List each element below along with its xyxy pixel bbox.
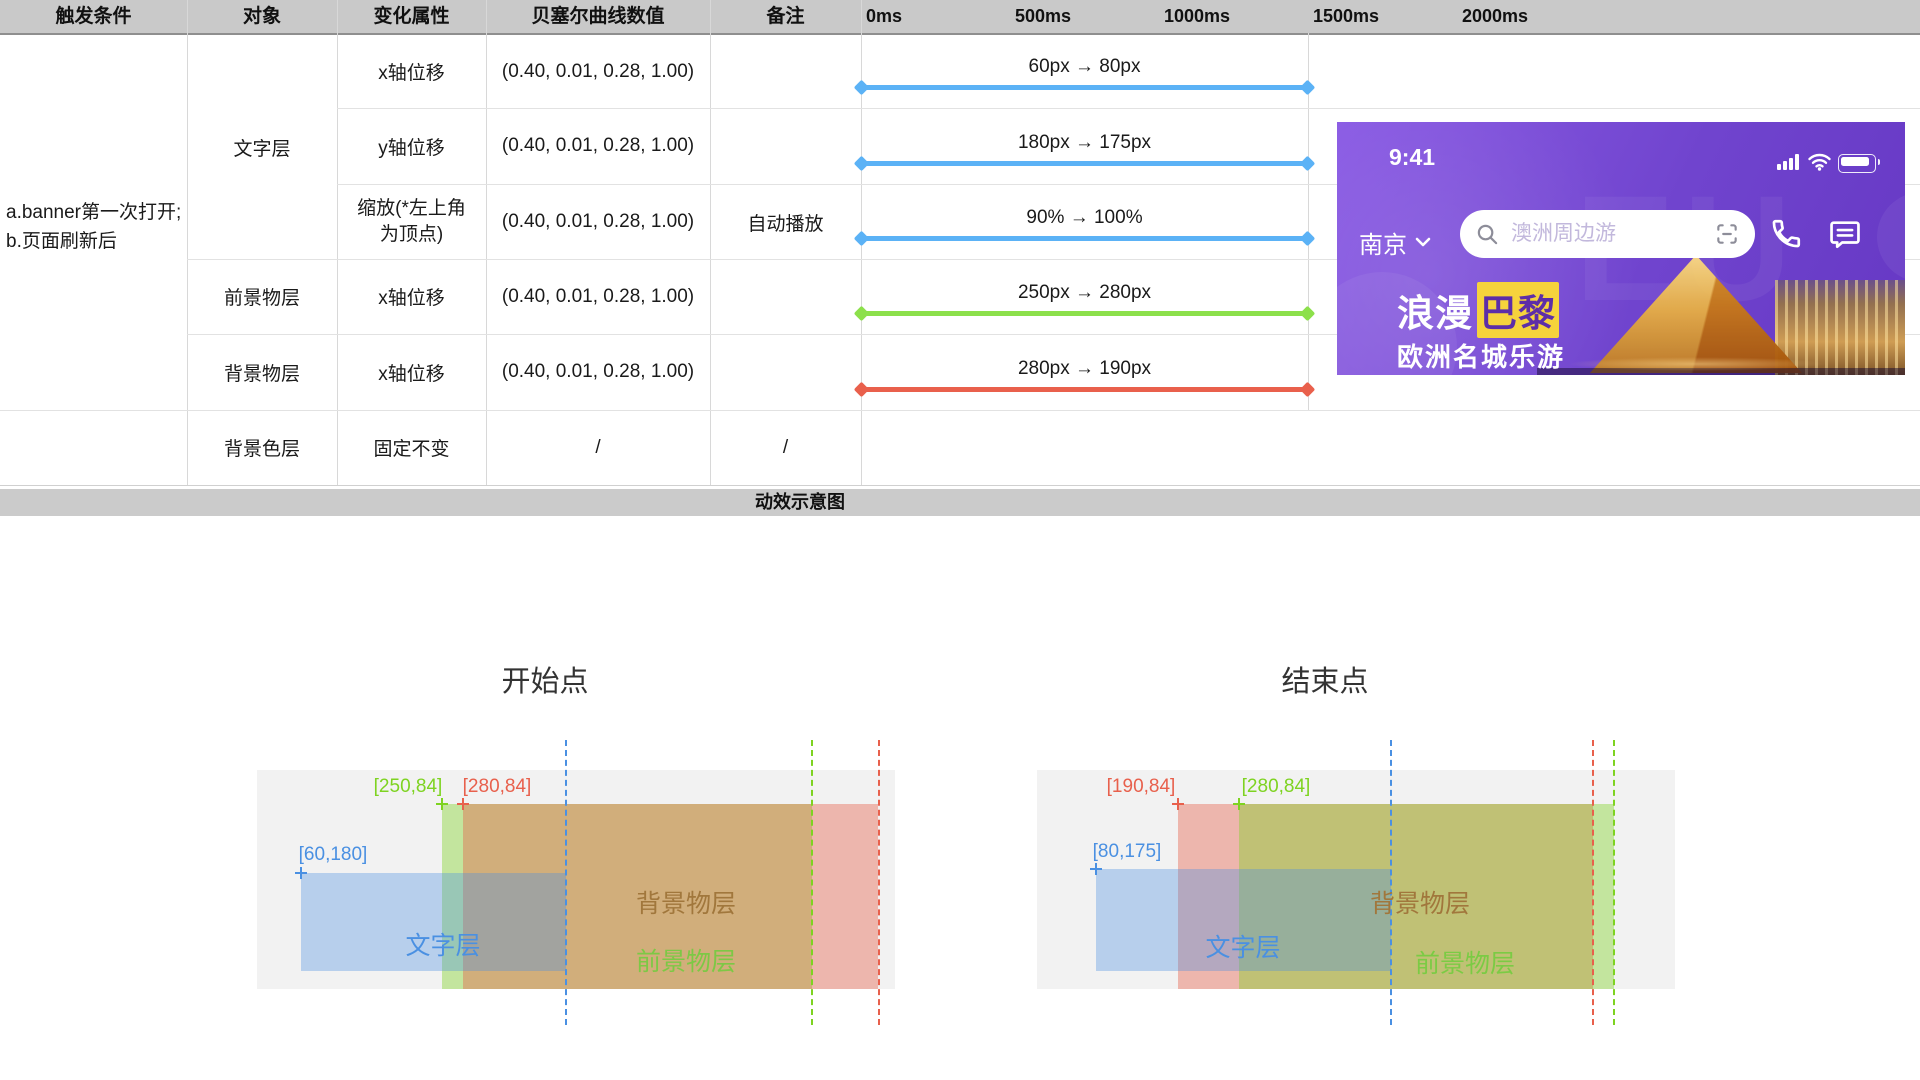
start-guide-blue xyxy=(565,740,567,1025)
battery-icon xyxy=(1838,154,1876,173)
start-bg-anchor-marker xyxy=(457,798,469,810)
bezier-value-1: (0.40, 0.01, 0.28, 1.00) xyxy=(486,35,710,108)
start-text-coord: [60,180] xyxy=(283,844,383,866)
banner-deco-circle xyxy=(1877,192,1905,282)
object-text-layer: 文字层 xyxy=(187,35,337,259)
timeline-tick-500ms: 500ms xyxy=(1015,0,1071,33)
city-selector[interactable]: 南京 xyxy=(1359,218,1431,266)
anim-value-label: 180px → 175px xyxy=(861,132,1308,154)
header-object: 对象 xyxy=(187,0,337,33)
banner-subline: 欧洲名城乐游 xyxy=(1397,337,1565,374)
bar-end-diamond xyxy=(1300,231,1316,247)
start-diagram-title: 开始点 xyxy=(445,658,645,700)
city-label: 南京 xyxy=(1359,225,1407,260)
timeline-tick-1000ms: 1000ms xyxy=(1164,0,1230,33)
start-bg-layer-label: 背景物层 xyxy=(586,884,786,912)
prop-x-move-1: x轴位移 xyxy=(337,35,486,108)
section-divider-label: 动效示意图 xyxy=(0,489,1600,516)
timeline-bar-text-x xyxy=(861,85,1308,90)
end-text-anchor-marker xyxy=(1090,863,1102,875)
bezier-value-4: (0.40, 0.01, 0.28, 1.00) xyxy=(486,259,710,334)
trigger-line-2: b.页面刷新后 xyxy=(6,227,184,256)
phone-banner-mockup: EU 9:41 南京 xyxy=(1337,122,1905,375)
anim-value-label: 280px → 190px xyxy=(861,358,1308,380)
header-note: 备注 xyxy=(710,0,861,33)
scan-icon[interactable] xyxy=(1714,221,1740,247)
timeline-bar-fg-x xyxy=(861,311,1308,316)
header-property: 变化属性 xyxy=(337,0,486,33)
search-icon xyxy=(1476,223,1499,246)
timeline-tick-1500ms: 1500ms xyxy=(1313,0,1379,33)
start-text-layer-label: 文字层 xyxy=(343,926,543,954)
prop-fixed: 固定不变 xyxy=(337,410,486,485)
start-fg-anchor-marker xyxy=(436,798,448,810)
end-fg-anchor-marker xyxy=(1233,798,1245,810)
end-guide-blue xyxy=(1390,740,1392,1025)
search-input[interactable] xyxy=(1509,221,1673,247)
header-bezier: 贝塞尔曲线数值 xyxy=(486,0,710,33)
start-guide-green xyxy=(811,740,813,1025)
table-bottom-border xyxy=(0,485,1920,486)
signal-icon xyxy=(1777,154,1801,170)
note-slash: / xyxy=(710,410,861,485)
photo-glow xyxy=(1567,357,1827,371)
anim-value-label: 90% → 100% xyxy=(861,207,1308,229)
object-fg-layer: 前景物层 xyxy=(187,259,337,334)
bezier-value-2: (0.40, 0.01, 0.28, 1.00) xyxy=(486,108,710,184)
end-text-layer-label: 文字层 xyxy=(1143,928,1343,956)
prop-x-move-2: x轴位移 xyxy=(337,259,486,334)
object-bg-layer: 背景物层 xyxy=(187,334,337,410)
trigger-condition-cell: a.banner第一次打开; b.页面刷新后 xyxy=(6,198,184,256)
note-autoplay: 自动播放 xyxy=(710,35,861,410)
end-bg-anchor-marker xyxy=(1172,798,1184,810)
search-bar[interactable] xyxy=(1460,210,1755,258)
start-fg-layer-label: 前景物层 xyxy=(586,942,786,970)
prop-scale: 缩放(*左上角为顶点) xyxy=(337,184,486,259)
timeline-bar-text-scale xyxy=(861,236,1308,241)
bar-end-diamond xyxy=(1300,80,1316,96)
bezier-value-5: (0.40, 0.01, 0.28, 1.00) xyxy=(486,334,710,410)
headline-yellow: 巴黎 xyxy=(1477,282,1559,338)
end-bg-layer-label: 背景物层 xyxy=(1320,884,1520,912)
phone-icon[interactable] xyxy=(1769,217,1803,251)
chevron-down-icon xyxy=(1415,237,1431,247)
bar-end-diamond xyxy=(1300,306,1316,322)
end-text-coord: [80,175] xyxy=(1077,841,1177,863)
end-bg-coord: [190,84] xyxy=(1091,776,1191,798)
prop-y-move: y轴位移 xyxy=(337,108,486,184)
header-trigger: 触发条件 xyxy=(0,0,187,33)
end-diagram-title: 结束点 xyxy=(1225,658,1425,700)
bar-end-diamond xyxy=(1300,156,1316,172)
timeline-tick-0ms: 0ms xyxy=(866,0,902,33)
message-icon[interactable] xyxy=(1828,217,1862,251)
bezier-value-3: (0.40, 0.01, 0.28, 1.00) xyxy=(486,184,710,259)
bar-end-diamond xyxy=(1300,382,1316,398)
trigger-line-1: a.banner第一次打开; xyxy=(6,198,184,227)
end-fg-layer-label: 前景物层 xyxy=(1365,944,1565,972)
bezier-slash: / xyxy=(486,410,710,485)
end-fg-coord: [280,84] xyxy=(1226,776,1326,798)
end-guide-green xyxy=(1613,740,1615,1025)
timeline-tick-2000ms: 2000ms xyxy=(1462,0,1528,33)
end-guide-red xyxy=(1592,740,1594,1025)
start-fg-coord: [250,84] xyxy=(358,776,458,798)
object-bgcolor-layer: 背景色层 xyxy=(187,410,337,485)
start-text-anchor-marker xyxy=(295,867,307,879)
timeline-bar-bg-x xyxy=(861,387,1308,392)
status-time: 9:41 xyxy=(1389,144,1435,171)
banner-headline: 浪漫 巴黎 xyxy=(1397,282,1559,338)
start-bg-coord: [280,84] xyxy=(447,776,547,798)
timeline-bar-text-y xyxy=(861,161,1308,166)
wifi-icon xyxy=(1807,152,1832,171)
anim-value-label: 250px → 280px xyxy=(861,282,1308,304)
prop-x-move-3: x轴位移 xyxy=(337,334,486,410)
anim-value-label: 60px → 80px xyxy=(861,56,1308,78)
headline-white: 浪漫 xyxy=(1397,283,1473,337)
start-guide-red xyxy=(878,740,880,1025)
